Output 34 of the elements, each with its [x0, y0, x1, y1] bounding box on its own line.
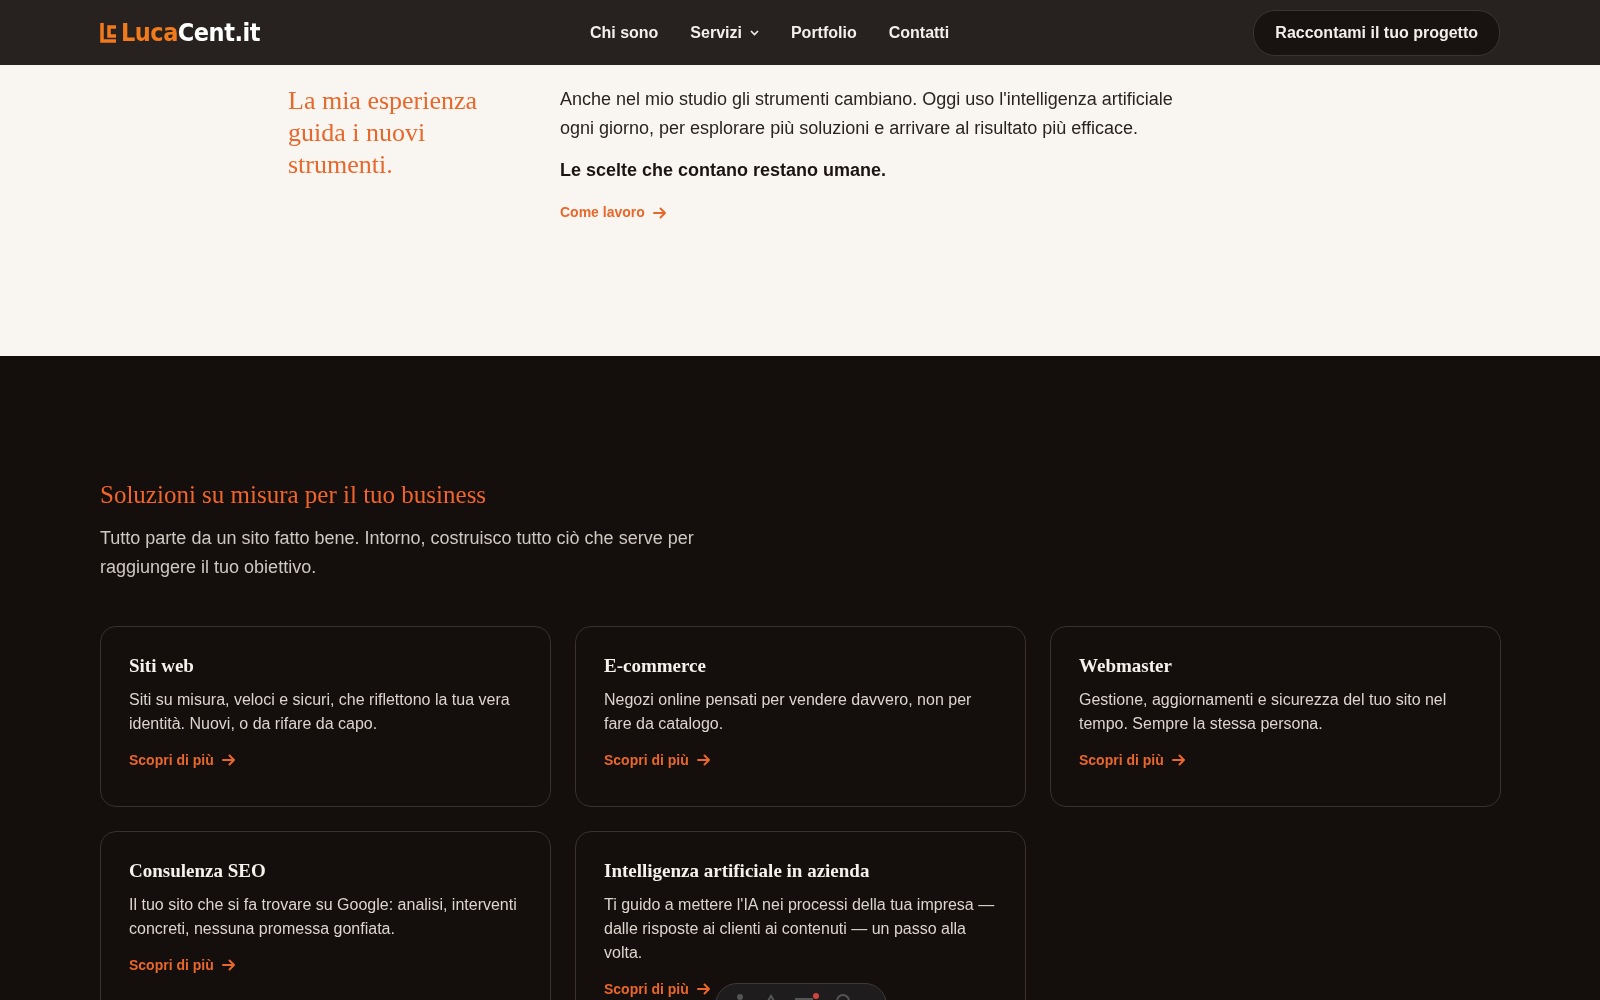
intro-statement: Le scelte che contano restano umane.	[560, 159, 888, 182]
card-title: Siti web	[129, 655, 195, 678]
card-title: E-commerce	[604, 655, 707, 678]
site-logo[interactable]: LucaCent.it	[100, 13, 260, 52]
learn-more-link[interactable]: Scopri di più	[129, 749, 236, 771]
arrow-right-icon	[221, 754, 236, 767]
learn-more-link[interactable]: Scopri di più	[604, 749, 711, 771]
card-text: Negozi online pensati per vendere davvero, non per fare da catalogo.	[604, 689, 973, 734]
card-text: Il tuo sito che si fa trovare su Google: analisi, interventi concreti, nessuna promessa gonfiata.	[129, 894, 518, 939]
intro-heading: La mia esperienza guida i nuovi strumenti.	[288, 85, 479, 181]
arrow-right-icon	[696, 754, 711, 767]
learn-more-link[interactable]: Scopri di più	[604, 978, 711, 1000]
card-text: Ti guido a mettere l'IA nei processi della tua impresa — dalle risposte ai clienti ai contenuti — un passo alla volta.	[604, 894, 996, 963]
logo-icon	[100, 21, 118, 44]
nav-link[interactable]: Chi sono	[589, 16, 659, 49]
card-title: Webmaster	[1079, 655, 1173, 678]
card-text: Siti su misura, veloci e sicuri, che riflettono la tua vera identità. Nuovi, o da rifare da capo.	[129, 689, 511, 734]
learn-more-link[interactable]: Scopri di più	[1079, 749, 1186, 771]
learn-more-link[interactable]: Scopri di più	[129, 954, 236, 976]
intro-paragraph: Anche nel mio studio gli strumenti cambiano. Oggi uso l'intelligenza artificiale ogni giorno, per esplorare più soluzioni e arrivare al risultato più efficace.	[560, 88, 1174, 140]
services-subheading: Tutto parte da un sito fatto bene. Intorno, costruisco tutto ciò che serve per raggiungere il tuo obiettivo.	[100, 527, 695, 579]
card-title: Consulenza SEO	[129, 860, 267, 883]
nav-link[interactable]: Servizi	[690, 16, 759, 49]
chevron-down-icon	[749, 29, 759, 36]
arrow-right-icon	[221, 959, 236, 972]
nav-link[interactable]: Contatti	[888, 16, 950, 49]
nav-link[interactable]: Portfolio	[790, 16, 857, 49]
card-text: Gestione, aggiornamenti e sicurezza del tuo sito nel tempo. Sempre la stessa persona.	[1079, 689, 1448, 734]
arrow-right-icon	[1171, 754, 1186, 767]
card-title: Intelligenza artificiale in azienda	[604, 860, 871, 883]
services-heading: Soluzioni su misura per il tuo business	[100, 480, 488, 510]
arrow-right-icon	[652, 206, 667, 219]
arrow-right-icon	[696, 983, 711, 996]
cta-button[interactable]: Raccontami il tuo progetto	[1253, 9, 1500, 56]
